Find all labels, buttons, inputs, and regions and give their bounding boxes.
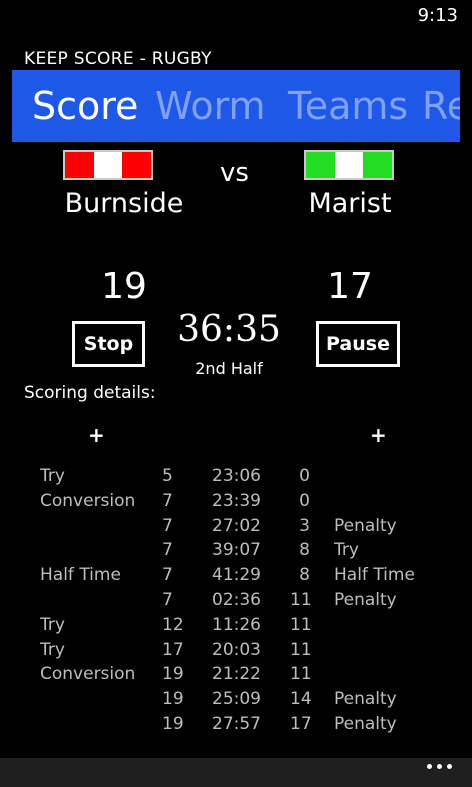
- event-time: 27:57: [212, 713, 261, 734]
- home-running-score: 7: [162, 565, 173, 586]
- table-row: 7 39:07 8 Try: [0, 540, 472, 565]
- home-flag-stripe-2: [93, 152, 123, 178]
- away-team-flag: [304, 150, 394, 180]
- away-running-score: 11: [290, 614, 312, 635]
- away-score: 17: [327, 266, 373, 307]
- status-clock: 9:13: [417, 5, 458, 26]
- add-home-score-button[interactable]: +: [88, 423, 105, 447]
- table-row: 19 25:09 14 Penalty: [0, 689, 472, 714]
- away-running-score: 3: [299, 515, 310, 536]
- table-row: 19 27:57 17 Penalty: [0, 714, 472, 739]
- event-time: 02:36: [212, 589, 261, 610]
- away-flag-stripe-1: [306, 152, 335, 178]
- home-running-score: 19: [162, 713, 184, 734]
- event-time: 11:26: [212, 614, 261, 635]
- event-time: 23:39: [212, 490, 261, 511]
- scoring-details-label: Scoring details:: [24, 383, 156, 403]
- table-row: Try 17 20:03 11: [0, 640, 472, 665]
- home-running-score: 7: [162, 540, 173, 561]
- pause-button[interactable]: Pause: [316, 321, 400, 367]
- away-flag-stripe-2: [334, 152, 364, 178]
- event-time: 25:09: [212, 689, 261, 710]
- home-event: Conversion: [40, 490, 136, 511]
- ellipsis-dot: [447, 764, 452, 769]
- home-running-score: 19: [162, 664, 184, 685]
- away-team-name: Marist: [308, 188, 392, 219]
- tab-worm[interactable]: Worm: [155, 82, 266, 130]
- table-row: Try 12 11:26 11: [0, 615, 472, 640]
- away-event: Penalty: [334, 589, 397, 610]
- away-running-score: 8: [299, 565, 310, 586]
- away-running-score: 11: [290, 664, 312, 685]
- ellipsis-dot: [437, 764, 442, 769]
- table-row: Conversion 19 21:22 11: [0, 664, 472, 689]
- home-event: Half Time: [40, 565, 121, 586]
- event-time: 39:07: [212, 540, 261, 561]
- status-bar: 9:13: [0, 0, 472, 32]
- home-event: Try: [40, 466, 65, 486]
- home-team-flag: [63, 150, 153, 180]
- app-title: KEEP SCORE - RUGBY: [24, 49, 212, 69]
- away-event: Try: [334, 540, 359, 561]
- event-time: 41:29: [212, 565, 261, 586]
- away-event: Penalty: [334, 689, 397, 710]
- ellipsis-icon[interactable]: [427, 764, 452, 769]
- table-row: Conversion 7 23:39 0: [0, 491, 472, 516]
- match-timer: 36:35: [177, 309, 281, 350]
- home-event: Conversion: [40, 664, 136, 685]
- home-running-score: 5: [162, 466, 173, 486]
- home-event: Try: [40, 639, 65, 660]
- stop-button[interactable]: Stop: [72, 321, 145, 367]
- home-running-score: 7: [162, 589, 173, 610]
- away-running-score: 8: [299, 540, 310, 561]
- table-row: Try 5 23:06 0: [0, 466, 472, 491]
- app-screen: 9:13 KEEP SCORE - RUGBY Score Worm Teams…: [0, 0, 472, 787]
- away-running-score: 0: [299, 490, 310, 511]
- away-running-score: 0: [299, 466, 310, 486]
- match-period: 2nd Half: [195, 359, 263, 378]
- away-running-score: 11: [290, 639, 312, 660]
- table-row: 7 02:36 11 Penalty: [0, 590, 472, 615]
- away-event: Half Time: [334, 565, 415, 586]
- event-time: 21:22: [212, 664, 261, 685]
- scoring-details-table: Try 5 23:06 0 Conversion 7 23:39 0 7 27:02 3 Penalt…: [0, 466, 472, 739]
- event-time: 23:06: [212, 466, 261, 486]
- table-row: Half Time 7 41:29 8 Half Time: [0, 565, 472, 590]
- away-running-score: 14: [290, 689, 312, 710]
- event-time: 20:03: [212, 639, 261, 660]
- tab-teams[interactable]: Teams: [288, 82, 408, 130]
- home-score: 19: [101, 266, 147, 307]
- home-running-score: 19: [162, 689, 184, 710]
- vs-label: vs: [220, 158, 249, 188]
- home-flag-stripe-1: [65, 152, 94, 178]
- home-running-score: 7: [162, 515, 173, 536]
- tab-score[interactable]: Score: [32, 82, 138, 130]
- pivot-header: Score Worm Teams Re: [12, 70, 460, 142]
- away-running-score: 17: [290, 713, 312, 734]
- table-row: 7 27:02 3 Penalty: [0, 516, 472, 541]
- app-bar: [0, 758, 472, 787]
- home-event: Try: [40, 614, 65, 635]
- event-time: 27:02: [212, 515, 261, 536]
- home-running-score: 7: [162, 490, 173, 511]
- home-flag-stripe-3: [122, 152, 152, 178]
- away-event: Penalty: [334, 713, 397, 734]
- ellipsis-dot: [427, 764, 432, 769]
- away-flag-stripe-3: [363, 152, 393, 178]
- away-event: Penalty: [334, 515, 397, 536]
- home-running-score: 17: [162, 639, 184, 660]
- away-running-score: 11: [290, 589, 312, 610]
- home-team-name: Burnside: [64, 188, 184, 219]
- add-away-score-button[interactable]: +: [370, 423, 387, 447]
- home-running-score: 12: [162, 614, 184, 635]
- tab-results[interactable]: Re: [422, 82, 460, 130]
